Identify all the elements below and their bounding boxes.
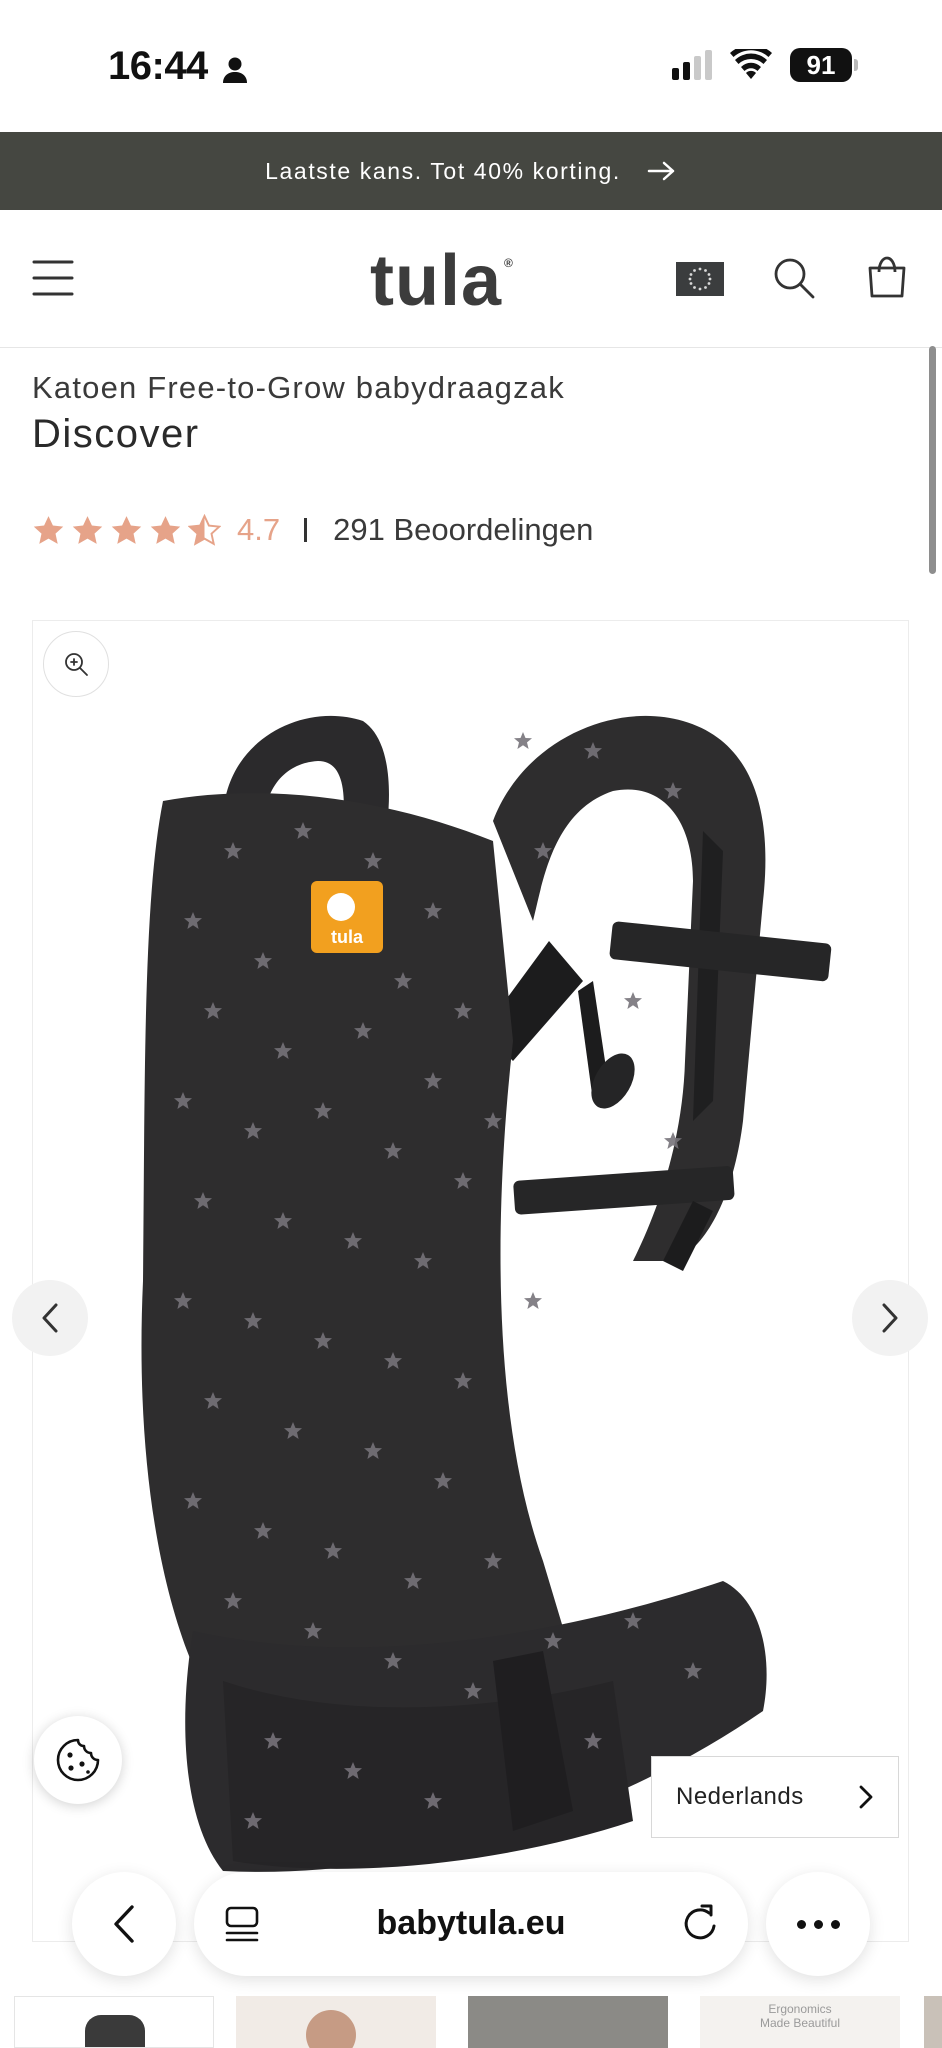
thumbnail-strip[interactable]: Ergonomics Made Beautiful xyxy=(0,1996,942,2048)
star-full-icon xyxy=(150,515,181,544)
thumbnail-caption: Ergonomics Made Beautiful xyxy=(759,2002,841,2030)
chevron-right-icon xyxy=(882,1303,898,1333)
cookie-settings-button[interactable] xyxy=(34,1716,122,1804)
search-icon[interactable] xyxy=(772,256,816,300)
site-logo[interactable]: tula ® xyxy=(370,240,514,322)
zoom-button[interactable] xyxy=(43,631,109,697)
cellular-signal-icon xyxy=(672,50,712,80)
battery-level: 91 xyxy=(790,48,852,82)
status-time: 16:44 xyxy=(108,44,208,88)
zoom-in-icon xyxy=(65,653,88,676)
announcement-bar[interactable]: Laatste kans. Tot 40% korting. xyxy=(0,132,942,210)
rating-value: 4.7 xyxy=(237,512,281,547)
url-text[interactable]: babytula.eu xyxy=(194,1904,748,1943)
product-title: Discover xyxy=(32,412,200,456)
thumbnail-5[interactable] xyxy=(924,1996,942,2048)
thumbnail-2[interactable] xyxy=(236,1996,436,2048)
rating-stars xyxy=(32,513,221,547)
gallery-next-button[interactable] xyxy=(852,1280,928,1356)
star-full-icon xyxy=(111,515,142,544)
baby-carrier-image[interactable]: tula xyxy=(73,681,873,1942)
chevron-right-icon xyxy=(859,1785,873,1809)
address-bar[interactable]: babytula.eu xyxy=(194,1872,748,1976)
product-subtitle: Katoen Free-to-Grow babydraagzak xyxy=(32,370,565,405)
hamburger-menu-icon[interactable] xyxy=(32,258,74,298)
page-scrollbar[interactable] xyxy=(929,346,936,574)
star-full-icon xyxy=(72,515,103,544)
review-count-link[interactable]: 291 Beoordelingen xyxy=(333,512,593,548)
reload-icon[interactable] xyxy=(678,1900,722,1946)
status-bar: 16:44 91 xyxy=(0,0,942,132)
browser-more-button[interactable] xyxy=(766,1872,870,1976)
carrier-brand-tag: tula xyxy=(331,927,364,947)
language-label: Nederlands xyxy=(676,1783,804,1810)
product-rating[interactable]: 4.7 291 Beoordelingen xyxy=(32,512,593,548)
browser-back-button[interactable] xyxy=(72,1872,176,1976)
more-dot xyxy=(813,1919,823,1929)
rating-divider xyxy=(304,518,308,542)
more-dot xyxy=(796,1919,806,1929)
chevron-left-icon xyxy=(114,1905,134,1943)
star-half-icon xyxy=(188,513,221,546)
gallery-previous-button[interactable] xyxy=(12,1280,88,1356)
site-header: tula ® xyxy=(0,210,942,574)
thumbnail-3[interactable] xyxy=(468,1996,668,2048)
cookie-icon xyxy=(56,1738,100,1782)
person-icon xyxy=(223,57,247,83)
arrow-right-icon xyxy=(647,161,675,181)
chevron-left-icon xyxy=(42,1303,58,1333)
language-selector[interactable]: Nederlands xyxy=(651,1756,899,1838)
wifi-icon xyxy=(730,49,772,79)
status-indicators: 91 xyxy=(672,48,858,82)
cart-icon[interactable] xyxy=(864,254,910,300)
thumbnail-4[interactable]: Ergonomics Made Beautiful xyxy=(700,1996,900,2048)
eu-flag-icon[interactable] xyxy=(676,262,724,296)
thumbnail-1[interactable] xyxy=(14,1996,214,2048)
product-gallery[interactable]: tula xyxy=(32,620,909,1942)
battery-icon: 91 xyxy=(790,48,858,82)
more-dot xyxy=(830,1919,840,1929)
star-full-icon xyxy=(33,515,64,544)
announcement-text[interactable]: Laatste kans. Tot 40% korting. xyxy=(265,158,621,185)
